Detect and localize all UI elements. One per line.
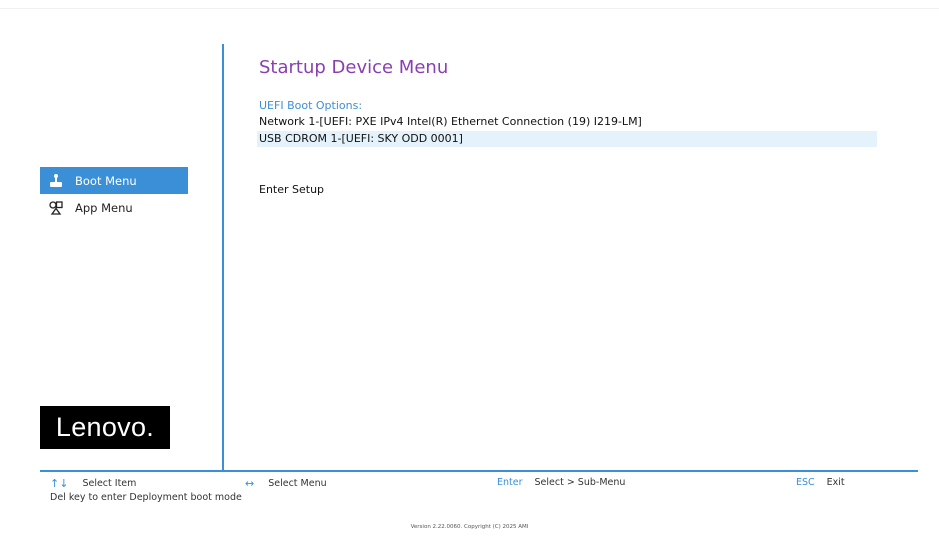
deployment-boot-hint: Del key to enter Deployment boot mode <box>50 492 242 503</box>
lenovo-logo: Lenovo. <box>40 406 170 449</box>
boot-option-network[interactable]: Network 1-[UEFI: PXE IPv4 Intel(R) Ether… <box>257 114 877 130</box>
hint-label: Select Menu <box>268 478 327 489</box>
sidebar-item-label: Boot Menu <box>75 173 137 188</box>
sidebar-item-boot-menu[interactable]: Boot Menu <box>40 167 188 194</box>
sidebar: Boot Menu App Menu Lenovo. <box>40 44 222 470</box>
left-right-arrows-icon: ↔ <box>245 477 255 490</box>
page-title: Startup Device Menu <box>259 57 449 78</box>
hint-select-menu: ↔ Select Menu <box>245 477 327 490</box>
uefi-boot-options-label: UEFI Boot Options: <box>259 99 363 112</box>
hint-label: Exit <box>826 477 845 488</box>
vertical-divider <box>222 44 224 471</box>
footer-divider <box>40 470 918 472</box>
enter-setup-item[interactable]: Enter Setup <box>259 183 324 196</box>
top-rule <box>0 8 939 9</box>
hint-key: ESC <box>796 477 815 488</box>
hint-select-item: ↑↓ Select Item <box>50 477 136 490</box>
hint-key: Enter <box>497 477 523 488</box>
main-panel: Startup Device Menu UEFI Boot Options: N… <box>257 44 899 464</box>
sidebar-item-label: App Menu <box>75 200 133 215</box>
app-menu-icon <box>47 199 65 217</box>
hint-esc: ESC Exit <box>796 477 845 488</box>
boot-menu-icon <box>47 172 65 190</box>
version-text: Version 2.22.0060. Copyright (C) 2025 AM… <box>410 524 529 530</box>
up-down-arrows-icon: ↑↓ <box>50 477 69 490</box>
hint-enter: Enter Select > Sub-Menu <box>497 477 625 488</box>
sidebar-item-app-menu[interactable]: App Menu <box>40 194 188 221</box>
boot-option-usb-cdrom[interactable]: USB CDROM 1-[UEFI: SKY ODD 0001] <box>257 131 877 147</box>
hint-label: Select Item <box>82 478 137 489</box>
hint-label: Select > Sub-Menu <box>534 477 626 488</box>
